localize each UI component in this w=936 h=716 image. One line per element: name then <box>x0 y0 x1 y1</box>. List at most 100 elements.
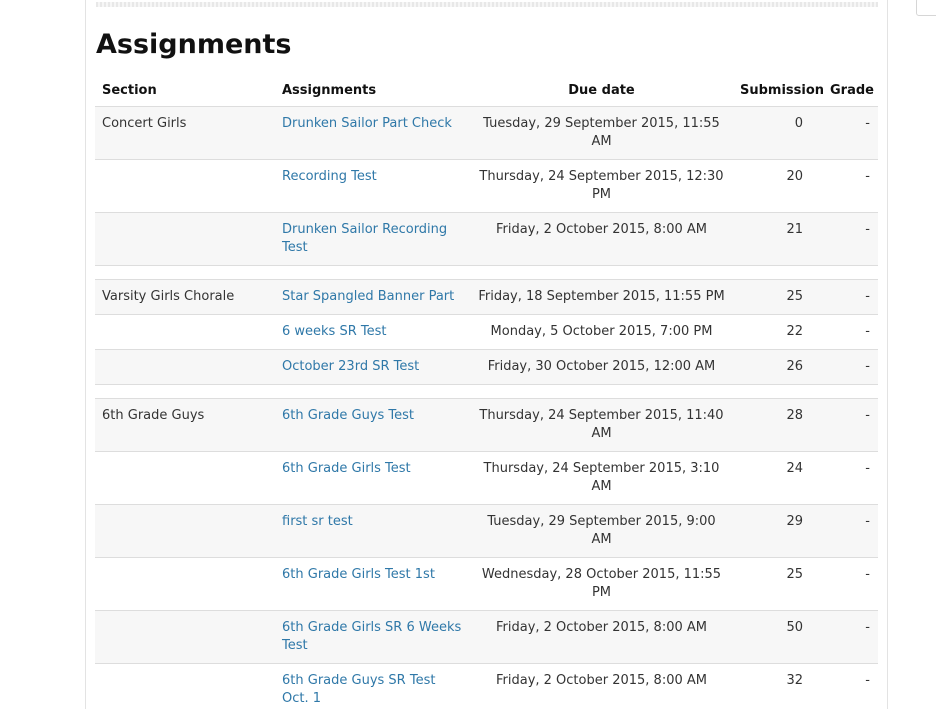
due-date-cell: Friday, 2 October 2015, 8:00 AM <box>470 664 733 716</box>
table-row: first sr test Tuesday, 29 September 2015,… <box>95 505 878 558</box>
submission-count-cell: 24 <box>733 452 823 505</box>
assignment-cell: first sr test <box>275 505 470 558</box>
assignment-link[interactable]: 6th Grade Girls Test <box>282 461 411 476</box>
section-cell <box>95 350 275 385</box>
top-divider-bar <box>96 2 878 7</box>
content-frame-left-border <box>85 0 86 709</box>
grade-cell: - <box>823 611 878 664</box>
section-cell <box>95 315 275 350</box>
group-spacer-row <box>95 266 878 280</box>
due-date-cell: Tuesday, 29 September 2015, 9:00 AM <box>470 505 733 558</box>
submission-count-cell: 22 <box>733 315 823 350</box>
submission-count-cell: 50 <box>733 611 823 664</box>
assignment-link[interactable]: Drunken Sailor Recording Test <box>282 222 447 255</box>
assignment-link[interactable]: Drunken Sailor Part Check <box>282 116 452 131</box>
section-cell <box>95 664 275 716</box>
submission-count-cell: 32 <box>733 664 823 716</box>
assignment-cell: 6th Grade Girls SR 6 Weeks Test <box>275 611 470 664</box>
submission-count-cell: 20 <box>733 160 823 213</box>
due-date-cell: Thursday, 24 September 2015, 11:40 AM <box>470 399 733 452</box>
group-spacer-row <box>95 385 878 399</box>
section-cell <box>95 452 275 505</box>
section-cell <box>95 611 275 664</box>
due-date-cell: Monday, 5 October 2015, 7:00 PM <box>470 315 733 350</box>
assignment-cell: 6 weeks SR Test <box>275 315 470 350</box>
assignment-cell: 6th Grade Girls Test 1st <box>275 558 470 611</box>
grade-cell: - <box>823 350 878 385</box>
assignment-link[interactable]: 6 weeks SR Test <box>282 324 386 339</box>
due-date-cell: Thursday, 24 September 2015, 12:30 PM <box>470 160 733 213</box>
column-header-section[interactable]: Section <box>95 77 275 107</box>
assignment-cell: 6th Grade Girls Test <box>275 452 470 505</box>
due-date-cell: Wednesday, 28 October 2015, 11:55 PM <box>470 558 733 611</box>
submission-count-cell: 0 <box>733 107 823 160</box>
section-cell: 6th Grade Guys <box>95 399 275 452</box>
submission-count-cell: 26 <box>733 350 823 385</box>
grade-cell: - <box>823 160 878 213</box>
grade-cell: - <box>823 452 878 505</box>
assignment-cell: Star Spangled Banner Part <box>275 280 470 315</box>
group-spacer-cell <box>95 385 878 399</box>
assignment-link[interactable]: 6th Grade Girls Test 1st <box>282 567 435 582</box>
grade-cell: - <box>823 107 878 160</box>
assignment-cell: 6th Grade Guys Test <box>275 399 470 452</box>
section-cell: Varsity Girls Chorale <box>95 280 275 315</box>
assignment-link[interactable]: October 23rd SR Test <box>282 359 419 374</box>
content-frame-right-border <box>887 0 888 709</box>
table-row: October 23rd SR Test Friday, 30 October 2… <box>95 350 878 385</box>
section-cell <box>95 505 275 558</box>
assignments-table: Section Assignments Due date Submission … <box>95 77 878 716</box>
submission-count-cell: 29 <box>733 505 823 558</box>
submission-count-cell: 21 <box>733 213 823 266</box>
group-spacer-cell <box>95 266 878 280</box>
assignment-cell: Drunken Sailor Part Check <box>275 107 470 160</box>
table-row: 6th Grade Guys 6th Grade Guys Test Thursda… <box>95 399 878 452</box>
grade-cell: - <box>823 213 878 266</box>
table-row: 6 weeks SR Test Monday, 5 October 2015, 7… <box>95 315 878 350</box>
section-cell <box>95 213 275 266</box>
grade-cell: - <box>823 399 878 452</box>
submission-count-cell: 25 <box>733 558 823 611</box>
due-date-cell: Friday, 30 October 2015, 12:00 AM <box>470 350 733 385</box>
grade-cell: - <box>823 558 878 611</box>
column-header-due-date[interactable]: Due date <box>470 77 733 107</box>
table-row: 6th Grade Girls SR 6 Weeks Test Friday, 2… <box>95 611 878 664</box>
assignment-cell: October 23rd SR Test <box>275 350 470 385</box>
assignment-link[interactable]: 6th Grade Guys Test <box>282 408 414 423</box>
submission-count-cell: 28 <box>733 399 823 452</box>
page-title: Assignments <box>96 29 292 60</box>
column-header-grade[interactable]: Grade <box>823 77 878 107</box>
due-date-cell: Tuesday, 29 September 2015, 11:55 AM <box>470 107 733 160</box>
grade-cell: - <box>823 664 878 716</box>
grade-cell: - <box>823 505 878 558</box>
assignment-cell: Drunken Sailor Recording Test <box>275 213 470 266</box>
table-row: 6th Grade Guys SR Test Oct. 1 Friday, 2 O… <box>95 664 878 716</box>
assignment-link[interactable]: 6th Grade Guys SR Test Oct. 1 <box>282 673 435 706</box>
table-header-row: Section Assignments Due date Submission … <box>95 77 878 107</box>
assignment-link[interactable]: Star Spangled Banner Part <box>282 289 454 304</box>
due-date-cell: Friday, 2 October 2015, 8:00 AM <box>470 611 733 664</box>
table-row: Recording Test Thursday, 24 September 201… <box>95 160 878 213</box>
column-header-assignments[interactable]: Assignments <box>275 77 470 107</box>
table-row: 6th Grade Girls Test 1st Wednesday, 28 Oc… <box>95 558 878 611</box>
grade-cell: - <box>823 315 878 350</box>
due-date-cell: Thursday, 24 September 2015, 3:10 AM <box>470 452 733 505</box>
table-row: Concert Girls Drunken Sailor Part Check Tu… <box>95 107 878 160</box>
table-row: 6th Grade Girls Test Thursday, 24 Septemb… <box>95 452 878 505</box>
section-cell <box>95 160 275 213</box>
assignment-cell: 6th Grade Guys SR Test Oct. 1 <box>275 664 470 716</box>
table-row: Varsity Girls Chorale Star Spangled Banne… <box>95 280 878 315</box>
table-body: Concert Girls Drunken Sailor Part Check Tu… <box>95 107 878 716</box>
assignment-link[interactable]: 6th Grade Girls SR 6 Weeks Test <box>282 620 461 653</box>
grade-cell: - <box>823 280 878 315</box>
due-date-cell: Friday, 2 October 2015, 8:00 AM <box>470 213 733 266</box>
column-header-submission[interactable]: Submission <box>733 77 823 107</box>
assignment-link[interactable]: Recording Test <box>282 169 377 184</box>
assignment-link[interactable]: first sr test <box>282 514 353 529</box>
submission-count-cell: 25 <box>733 280 823 315</box>
corner-control[interactable] <box>916 0 936 16</box>
section-cell <box>95 558 275 611</box>
due-date-cell: Friday, 18 September 2015, 11:55 PM <box>470 280 733 315</box>
section-cell: Concert Girls <box>95 107 275 160</box>
table-row: Drunken Sailor Recording Test Friday, 2 O… <box>95 213 878 266</box>
